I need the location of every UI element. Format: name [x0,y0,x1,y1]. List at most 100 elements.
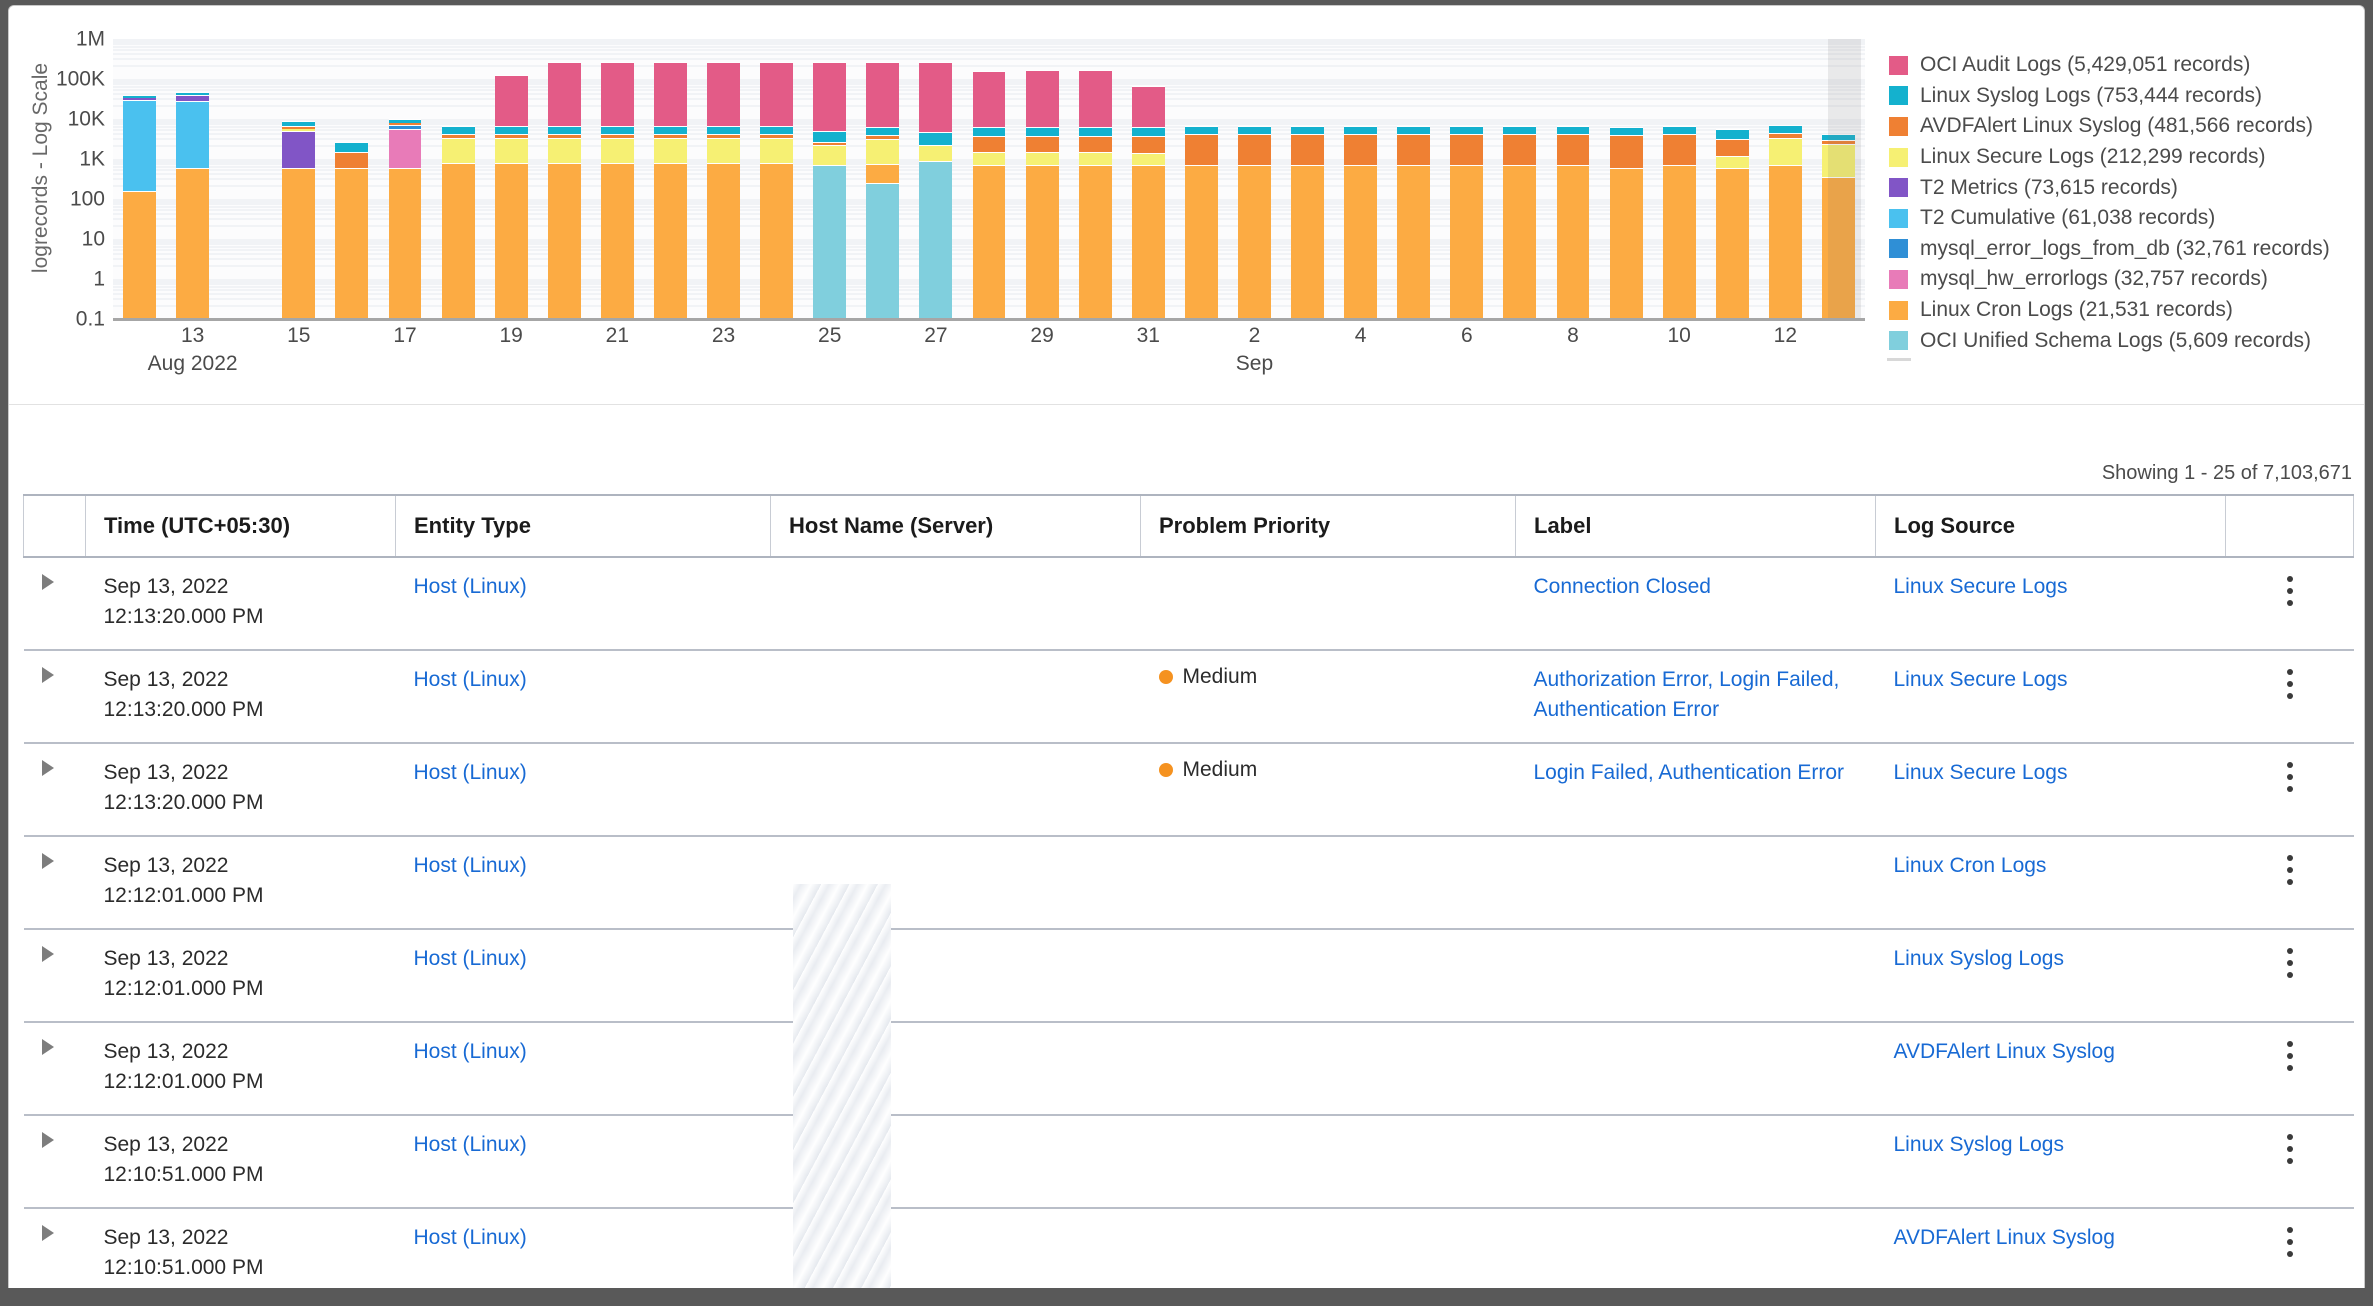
chart-bar-segment[interactable] [1132,165,1165,319]
chart-bar-segment[interactable] [707,62,740,126]
chart-bar[interactable] [1450,126,1483,319]
chevron-right-icon[interactable] [42,667,54,683]
chart-bar-segment[interactable] [707,126,740,134]
chart-bar[interactable] [1291,126,1324,319]
entity-type-link[interactable]: Host (Linux) [414,1133,527,1156]
chart-bar-segment[interactable] [1610,135,1643,168]
chart-bar-segment[interactable] [1716,168,1749,319]
column-header-problem-priority[interactable]: Problem Priority [1141,495,1516,557]
column-header-entity-type[interactable]: Entity Type [396,495,771,557]
chart-bar-segment[interactable] [1663,126,1696,134]
chart-bar-segment[interactable] [1769,133,1802,138]
chart-bar-segment[interactable] [1026,152,1059,165]
entity-type-link[interactable]: Host (Linux) [414,947,527,970]
chart-bar-segment[interactable] [601,126,634,134]
chart-bar[interactable] [1132,86,1165,319]
chart-bar[interactable] [1238,126,1271,319]
table-row[interactable]: Sep 13, 202212:13:20.000 PMHost (Linux)C… [24,557,2354,650]
chevron-right-icon[interactable] [42,853,54,869]
chevron-right-icon[interactable] [42,946,54,962]
chart-bar-segment[interactable] [1610,168,1643,319]
chart-bar-segment[interactable] [389,125,422,129]
chart-bar-segment[interactable] [282,126,315,129]
chart-bar-segment[interactable] [282,131,315,168]
chart-bar-segment[interactable] [1291,134,1324,165]
chart-bar-segment[interactable] [919,62,952,132]
more-options-icon[interactable] [2244,758,2336,792]
chart-bar[interactable] [919,62,952,319]
chart-bar-segment[interactable] [1450,134,1483,165]
chart-bar-segment[interactable] [282,168,315,319]
row-expand-cell[interactable] [24,836,86,929]
chart-bar[interactable] [495,75,528,319]
chart-bar-segment[interactable] [123,191,156,319]
label-link[interactable]: Login Failed, Authentication Error [1534,761,1845,784]
legend-item[interactable]: mysql_hw_errorlogs (32,757 records) [1889,264,2359,295]
legend-item[interactable]: T2 Metrics (73,615 records) [1889,172,2359,203]
chart-bar-segment[interactable] [389,168,422,319]
chart-bar-segment[interactable] [760,138,793,163]
chart-bar-segment[interactable] [813,165,846,319]
chart-bar-segment[interactable] [973,152,1006,165]
chart-bar-segment[interactable] [335,152,368,168]
chart-bar-segment[interactable] [495,138,528,163]
chart-bar-segment[interactable] [813,131,846,142]
chart-bar[interactable] [1716,129,1749,319]
chart-bar-segment[interactable] [495,163,528,319]
chart-bar-segment[interactable] [813,145,846,165]
legend-item[interactable]: Linux Cron Logs (21,531 records) [1889,295,2359,326]
chart-bar-segment[interactable] [1397,126,1430,134]
table-row[interactable]: Sep 13, 202212:12:01.000 PMHost (Linux)L… [24,836,2354,929]
chart-bar[interactable] [1557,126,1590,319]
cell-actions[interactable] [2226,836,2354,929]
chart-bar-segment[interactable] [123,100,156,191]
chart-bar[interactable] [866,62,899,319]
chart-bar[interactable] [1769,125,1802,319]
table-row[interactable]: Sep 13, 202212:10:51.000 PMHost (Linux)A… [24,1208,2354,1288]
chart-bar-segment[interactable] [1769,138,1802,165]
log-source-link[interactable]: Linux Secure Logs [1894,668,2068,691]
row-expand-cell[interactable] [24,1115,86,1208]
chart-bar[interactable] [389,119,422,319]
chart-bar-segment[interactable] [601,134,634,139]
chart-bar-segment[interactable] [1450,126,1483,134]
chart-bar-segment[interactable] [1663,134,1696,165]
chevron-right-icon[interactable] [42,1039,54,1055]
log-source-link[interactable]: Linux Syslog Logs [1894,947,2064,970]
chart-bar-segment[interactable] [1291,165,1324,319]
entity-type-link[interactable]: Host (Linux) [414,854,527,877]
chart-bar-segment[interactable] [866,135,899,139]
column-header-label[interactable]: Label [1516,495,1876,557]
chart-bar-segment[interactable] [176,101,209,168]
column-header-expand[interactable] [24,495,86,557]
row-expand-cell[interactable] [24,1022,86,1115]
chart-bar-segment[interactable] [1185,134,1218,165]
chart-bar-segment[interactable] [1450,165,1483,319]
chart-bar-segment[interactable] [1344,134,1377,165]
log-source-link[interactable]: Linux Cron Logs [1894,854,2047,877]
chart-bar-segment[interactable] [654,138,687,163]
chart-bar-segment[interactable] [1557,126,1590,134]
label-link[interactable]: Authorization Error, Login Failed, Authe… [1534,668,1840,721]
label-link[interactable]: Connection Closed [1534,575,1711,598]
chart-bar-segment[interactable] [442,138,475,163]
chart-bar-segment[interactable] [389,129,422,168]
chart-bar[interactable] [813,62,846,319]
chevron-right-icon[interactable] [42,1225,54,1241]
more-options-icon[interactable] [2244,1223,2336,1257]
chart-bar-segment[interactable] [1079,136,1112,152]
chart-bar-segment[interactable] [1716,129,1749,139]
chart-bar[interactable] [1610,126,1643,319]
legend-item[interactable]: T2 Cumulative (61,038 records) [1889,203,2359,234]
chart-bar-segment[interactable] [1026,136,1059,152]
column-header-log-source[interactable]: Log Source [1876,495,2226,557]
legend-item[interactable]: Linux Secure Logs (212,299 records) [1889,142,2359,173]
chart-bar[interactable] [548,62,581,319]
log-source-link[interactable]: Linux Secure Logs [1894,575,2068,598]
chart-bar-segment[interactable] [1079,152,1112,165]
chart-bar[interactable] [176,94,209,319]
cell-actions[interactable] [2226,557,2354,650]
chart-bar-segment[interactable] [1397,165,1430,319]
chart-bar-segment[interactable] [707,138,740,163]
chart-bar[interactable] [973,71,1006,319]
